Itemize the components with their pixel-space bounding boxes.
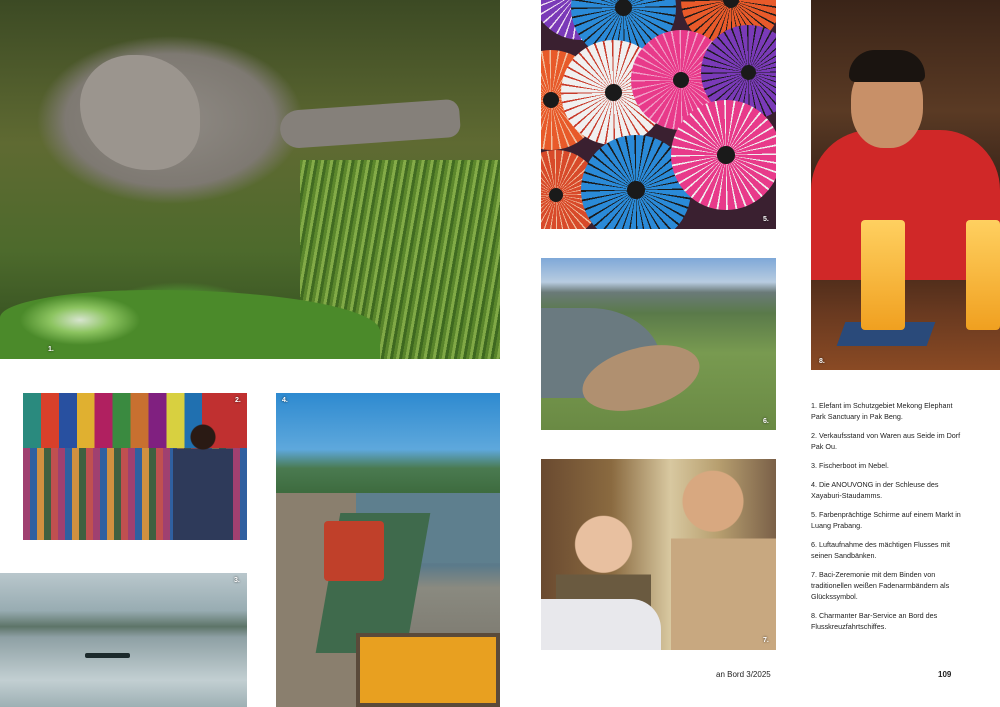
woman-figure — [671, 464, 776, 650]
caption-6: 6. Luftaufnahme des mächtigen Flusses mi… — [811, 540, 951, 560]
photo-number: 4. — [282, 397, 288, 404]
photo-number: 1. — [48, 346, 54, 353]
caption-8: 8. Charmanter Bar-Service an Bord des Fl… — [811, 611, 938, 631]
elephant-trunk-shape — [278, 98, 462, 150]
caption-7: 7. Baci-Zeremonie mit dem Binden von tra… — [811, 570, 950, 601]
ship-shape — [324, 521, 384, 581]
caption-2: 2. Verkaufsstand von Waren aus Seide im … — [811, 431, 961, 451]
bartender-hair-shape — [849, 50, 925, 82]
caption-5: 5. Farbenprächtige Schirme auf einem Mar… — [811, 510, 961, 530]
boat-shape — [85, 653, 130, 658]
magazine-issue: an Bord 3/2025 — [716, 670, 771, 679]
caption-3: 3. Fischerboot im Nebel. — [811, 461, 889, 470]
photo-number: 8. — [819, 358, 825, 365]
photo-fishing-boat: 3. — [0, 573, 247, 707]
arm-shape — [541, 599, 661, 650]
photo-number: 2. — [235, 397, 241, 404]
umbrella-shape — [671, 100, 776, 210]
photo-number: 6. — [763, 418, 769, 425]
caption-list: 1. Elefant im Schutzgebiet Mekong Elepha… — [811, 400, 961, 640]
caption-1: 1. Elefant im Schutzgebiet Mekong Elepha… — [811, 401, 953, 421]
photo-elephant: 1. — [0, 0, 500, 359]
photo-baci-ceremony: 7. — [541, 459, 776, 650]
photo-number: 3. — [234, 577, 240, 584]
photo-number: 5. — [763, 216, 769, 223]
photo-silk-stall: 2. — [23, 393, 247, 540]
caption-4: 4. Die ANOUVONG in der Schleuse des Xaya… — [811, 480, 939, 500]
photo-bar-service: 8. — [811, 0, 1000, 370]
cocktail-glass-shape — [861, 220, 905, 330]
cocktail-glass-shape — [966, 220, 1000, 330]
photo-number: 7. — [763, 637, 769, 644]
elephant-ear-shape — [80, 55, 200, 170]
vendor-figure — [173, 423, 233, 540]
photo-ship-lock: 4. — [276, 393, 500, 707]
photo-aerial-river: 6. — [541, 258, 776, 430]
page-number: 109 — [938, 670, 952, 679]
lock-gate-shape — [356, 633, 500, 707]
photo-umbrellas: 5. — [541, 0, 776, 229]
